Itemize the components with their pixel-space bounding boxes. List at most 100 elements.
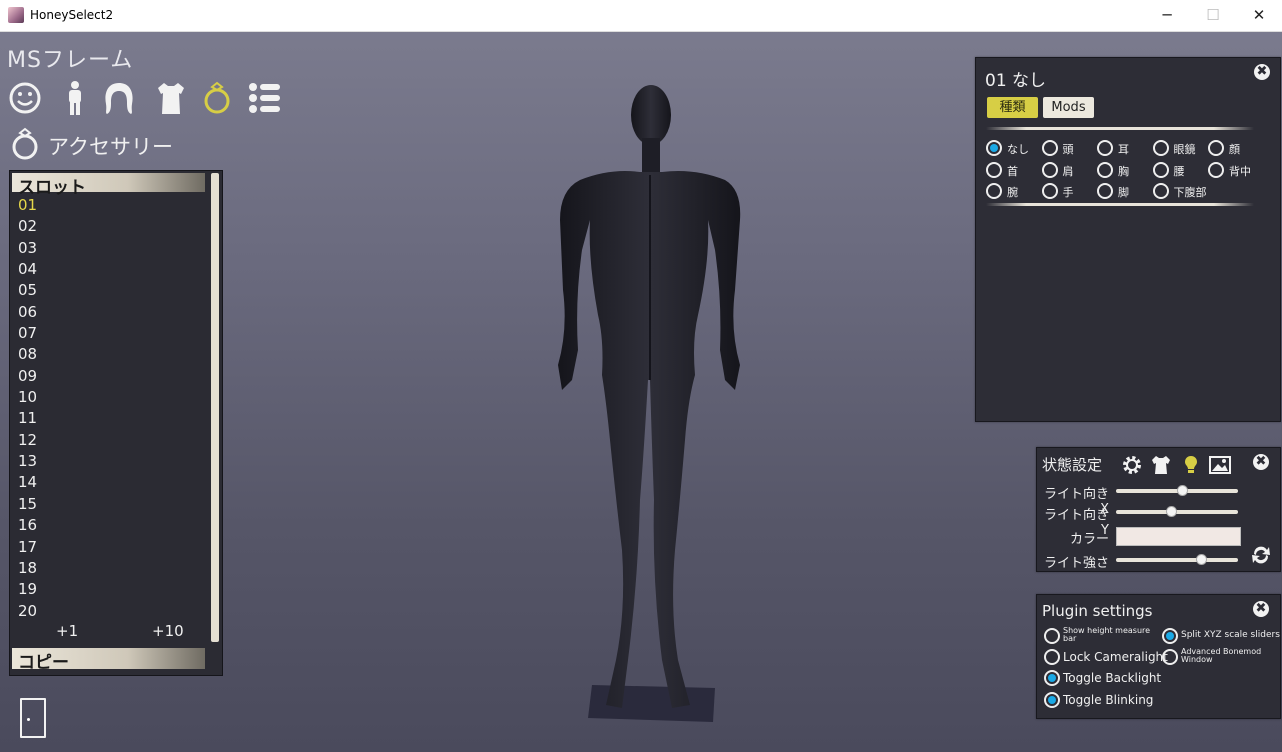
slider-knob[interactable] [1196,554,1207,565]
radio[interactable] [1044,649,1060,665]
slot-item[interactable]: 15 [18,494,37,515]
slot-item[interactable]: 19 [18,579,37,600]
slot-item[interactable]: 03 [18,238,37,259]
maximize-button[interactable]: ☐ [1190,0,1236,31]
accessory-ring-icon [10,126,42,166]
slot-list: 01 02 03 04 05 06 07 08 09 10 11 12 13 14 15 16 17 18 19 20 [18,195,37,622]
copy-label: コピー [18,653,69,673]
radio[interactable] [1044,670,1060,686]
radio[interactable] [986,140,1002,156]
slot-item[interactable]: 12 [18,430,37,451]
radio[interactable] [1044,628,1060,644]
accessory-type-label: 腰 [1173,164,1185,178]
add-one-slot-button[interactable]: +1 [56,622,78,640]
radio[interactable] [986,183,1002,199]
list-icon[interactable] [248,80,282,116]
slider-knob[interactable] [1166,506,1177,517]
radio[interactable] [1097,140,1113,156]
slot-item[interactable]: 17 [18,537,37,558]
accessory-type-label: 腕 [1007,186,1018,199]
radio[interactable] [1162,628,1178,644]
lightbulb-icon[interactable] [1180,454,1202,476]
gear-icon[interactable] [1121,454,1143,476]
radio[interactable] [1041,161,1058,178]
add-ten-slots-button[interactable]: +10 [152,622,184,640]
accessory-panel-title: 01 なし [985,71,1047,91]
toggle-blinking-label: Toggle Blinking [1063,693,1154,707]
radio[interactable] [1041,183,1058,199]
show-height-label: Show height measure bar [1063,626,1151,643]
radio[interactable] [1162,649,1178,665]
accessory-title: アクセサリー [48,135,173,159]
image-icon[interactable] [1209,454,1231,476]
accessory-type-label: なし [1007,143,1029,156]
accessory-type-label: 手 [1062,186,1074,199]
slot-item[interactable]: 18 [18,558,37,579]
close-state-panel-button[interactable]: ✖ [1253,454,1269,470]
close-accessory-panel-button[interactable]: ✖ [1254,64,1270,80]
light-x-slider[interactable] [1116,485,1238,496]
accessory-type-label: 眼鏡 [1173,143,1196,156]
light-y-slider[interactable] [1116,506,1238,517]
accessory-type-label: 下腹部 [1173,186,1207,199]
radio[interactable] [1041,140,1058,156]
slot-item[interactable]: 04 [18,259,37,280]
slot-item[interactable]: 07 [18,323,37,344]
hair-icon[interactable] [102,80,136,116]
slot-item[interactable]: 20 [18,601,37,622]
radio[interactable] [1097,183,1113,199]
accessory-type-label: 顔 [1229,143,1240,156]
slot-panel: スロット 01 02 03 04 05 06 07 08 09 10 11 12 13 14 15 16 17 1… [9,170,223,676]
outfit-icon[interactable] [1150,454,1172,476]
slot-item[interactable]: 14 [18,472,37,493]
radio[interactable] [1152,161,1169,178]
tab-type[interactable]: 種類 [987,97,1038,118]
slot-item[interactable]: 01 [18,195,37,216]
clothes-icon[interactable] [154,80,188,116]
state-settings-panel: 状態設定 ✖ ライト向きX ライト向きY カラー ライト強さ [1036,447,1281,572]
radio[interactable] [1152,183,1169,199]
radio[interactable] [1208,140,1224,156]
lock-cameralight-label: Lock Cameralight [1063,650,1168,664]
separator [986,203,1254,206]
exit-door-icon[interactable] [20,698,46,738]
accessory-type-label: 肩 [1062,164,1074,178]
body-icon[interactable] [58,80,92,116]
tab-mods[interactable]: Mods [1043,97,1094,118]
close-window-button[interactable]: ✕ [1236,0,1282,31]
slot-item[interactable]: 10 [18,387,37,408]
radio[interactable] [1152,140,1169,156]
slot-item[interactable]: 16 [18,515,37,536]
radio[interactable] [1208,161,1224,178]
accessory-type-label: 頭 [1062,143,1074,156]
close-plugin-panel-button[interactable]: ✖ [1253,601,1269,617]
accessory-type-label: 首 [1007,164,1018,178]
slot-scrollbar[interactable] [211,173,219,642]
accessory-type-label: 胸 [1118,164,1129,178]
slot-item[interactable]: 08 [18,344,37,365]
slot-header: スロット [12,173,205,198]
color-label: カラー [1069,532,1109,547]
ring-icon[interactable] [200,80,234,116]
light-color-swatch[interactable] [1116,527,1241,546]
radio[interactable] [1097,161,1113,178]
accessory-type-label: 背中 [1229,164,1251,178]
window-titlebar: HoneySelect2 ─ ☐ ✕ [0,0,1282,32]
face-icon[interactable] [8,80,42,116]
minimize-button[interactable]: ─ [1144,0,1190,31]
slot-item[interactable]: 06 [18,302,37,323]
ms-frame-title: MSフレーム [7,48,134,73]
slot-item[interactable]: 05 [18,280,37,301]
slot-item[interactable]: 09 [18,366,37,387]
slot-item[interactable]: 02 [18,216,37,237]
reset-icon[interactable] [1250,544,1272,566]
slot-item[interactable]: 13 [18,451,37,472]
light-strength-slider[interactable] [1116,554,1238,565]
app-icon [8,7,24,23]
character-model[interactable] [530,80,760,730]
radio[interactable] [1044,692,1060,708]
radio[interactable] [986,161,1002,178]
slot-item[interactable]: 11 [18,408,37,429]
copy-button[interactable]: コピー [12,648,205,673]
slider-knob[interactable] [1177,485,1188,496]
